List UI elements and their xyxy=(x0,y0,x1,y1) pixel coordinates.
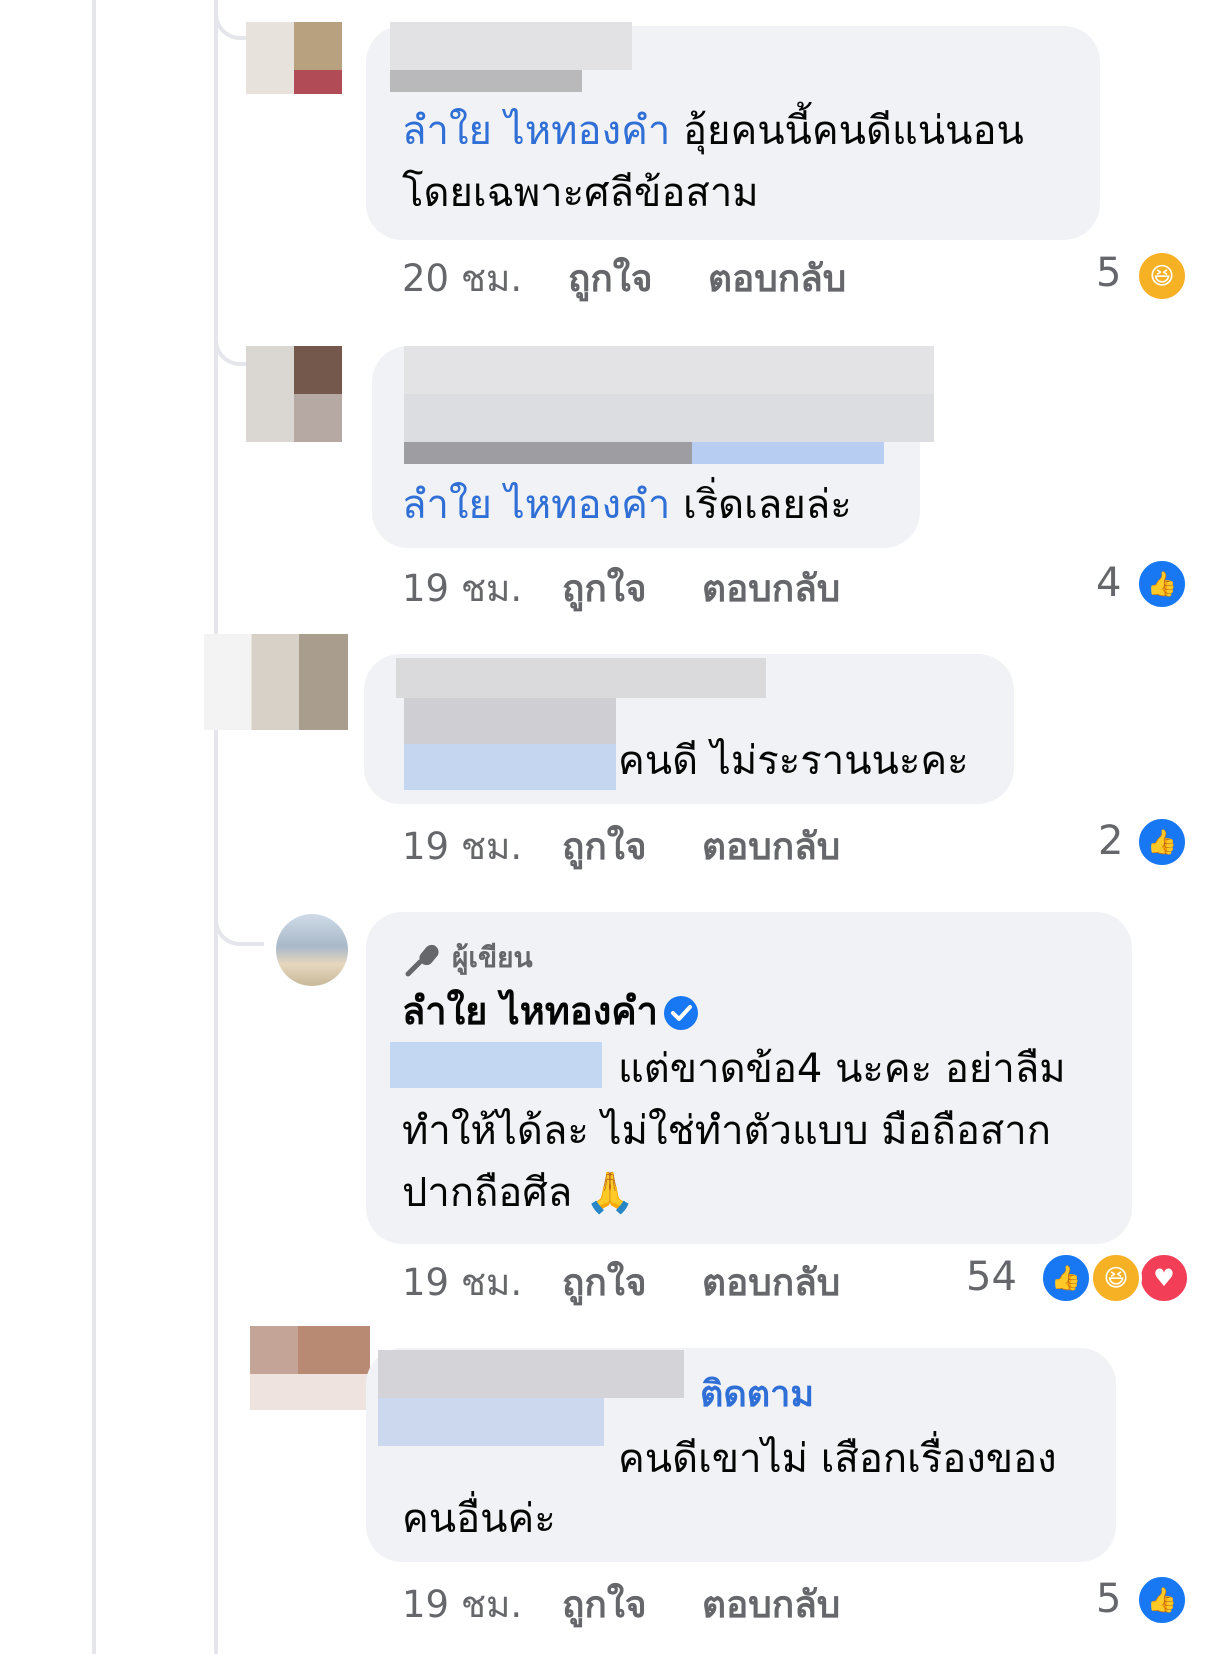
avatar-pixel xyxy=(250,1374,380,1410)
like-button[interactable]: ถูกใจ xyxy=(562,1582,647,1628)
commenter-name-pixel xyxy=(378,1398,604,1446)
reply-button[interactable]: ตอบกลับ xyxy=(708,256,846,302)
comment-text-line: คนดีเขาไม่ เสือกเรื่องของ xyxy=(618,1436,1057,1482)
avatar[interactable] xyxy=(276,914,348,986)
commenter-name-pixel xyxy=(692,442,884,464)
comment-text-line: ลำใย ไหทองคำ เริ่ดเลยล่ะ xyxy=(402,474,852,536)
reply-button[interactable]: ตอบกลับ xyxy=(702,1582,840,1628)
comment-text-line: คนอื่นค่ะ xyxy=(402,1496,556,1542)
like-reaction-icon: 👍 xyxy=(1136,816,1188,868)
haha-reaction-icon: 😆 xyxy=(1136,250,1188,302)
like-reaction-icon: 👍 xyxy=(1136,1574,1188,1626)
comment-text-line: แต่ขาดข้อ4 นะคะ อย่าลืม xyxy=(618,1046,1066,1092)
commenter-name[interactable] xyxy=(404,346,934,442)
timestamp[interactable]: 19 ชม. xyxy=(402,1582,522,1628)
timestamp[interactable]: 19 ชม. xyxy=(402,824,522,870)
verified-badge-icon xyxy=(662,994,700,1032)
reaction-count[interactable]: 5 xyxy=(1096,1576,1121,1622)
like-reaction-icon: 👍 xyxy=(1040,1252,1092,1304)
comment-text: เริ่ดเลยล่ะ xyxy=(670,482,852,528)
badge-label: ผู้เขียน xyxy=(452,941,533,974)
avatar-pixel xyxy=(294,70,342,94)
thread-connector xyxy=(214,870,264,946)
follow-button[interactable]: ติดตาม xyxy=(700,1370,814,1420)
microphone-icon xyxy=(404,940,442,978)
like-button[interactable]: ถูกใจ xyxy=(562,566,647,612)
commenter-name-pixel xyxy=(390,70,582,92)
commenter-name[interactable] xyxy=(390,22,632,70)
author-name[interactable]: ลำใย ไหทองคำ xyxy=(402,980,658,1042)
like-reaction-icon: 👍 xyxy=(1136,558,1188,610)
like-button[interactable]: ถูกใจ xyxy=(568,256,653,302)
comment-text: ปากถือศีล xyxy=(402,1170,573,1216)
commenter-name-pixel xyxy=(404,744,616,790)
mention-link[interactable] xyxy=(390,1042,602,1088)
comment-text-line: ลำใย ไหทองคำ อุ้ยคนนี้คนดีแน่นอน xyxy=(402,100,1024,162)
reply-button[interactable]: ตอบกลับ xyxy=(702,566,840,612)
reaction-count[interactable]: 54 xyxy=(966,1254,1017,1300)
commenter-name[interactable] xyxy=(378,1350,684,1398)
reaction-count[interactable]: 2 xyxy=(1098,818,1123,864)
mention-link[interactable]: ลำใย ไหทองคำ xyxy=(402,482,670,528)
commenter-name-pixel xyxy=(404,442,692,464)
timestamp[interactable]: 20 ชม. xyxy=(402,256,522,302)
reaction-count[interactable]: 4 xyxy=(1096,560,1121,606)
comment-text-line: คนดี ไม่ระรานนะคะ xyxy=(618,738,969,784)
reaction-count[interactable]: 5 xyxy=(1096,250,1121,296)
like-button[interactable]: ถูกใจ xyxy=(562,1260,647,1306)
avatar[interactable] xyxy=(250,1326,370,1374)
reply-button[interactable]: ตอบกลับ xyxy=(702,824,840,870)
love-reaction-icon: ♥ xyxy=(1138,1252,1190,1304)
pray-emoji: 🙏 xyxy=(584,1170,635,1216)
timestamp[interactable]: 19 ชม. xyxy=(402,566,522,612)
reply-button[interactable]: ตอบกลับ xyxy=(702,1260,840,1306)
comment-text-line: ทำให้ได้ละ ไม่ใช่ทำตัวแบบ มือถือสาก xyxy=(402,1108,1051,1154)
timestamp[interactable]: 19 ชม. xyxy=(402,1260,522,1306)
haha-reaction-icon: 😆 xyxy=(1090,1252,1142,1304)
avatar[interactable] xyxy=(204,634,348,730)
comment-text: อุ้ยคนนี้คนดีแน่นอน xyxy=(670,108,1024,154)
commenter-name-pixel xyxy=(404,698,616,744)
thread-line-outer xyxy=(92,0,96,1654)
like-button[interactable]: ถูกใจ xyxy=(562,824,647,870)
comment-text-line: โดยเฉพาะศลีข้อสาม xyxy=(402,170,759,216)
thread-line-inner xyxy=(214,0,218,1654)
mention-link[interactable]: ลำใย ไหทองคำ xyxy=(402,108,670,154)
avatar-pixel xyxy=(294,394,342,442)
comment-text-line: ปากถือศีล 🙏 xyxy=(402,1162,635,1224)
commenter-name[interactable] xyxy=(396,658,766,698)
